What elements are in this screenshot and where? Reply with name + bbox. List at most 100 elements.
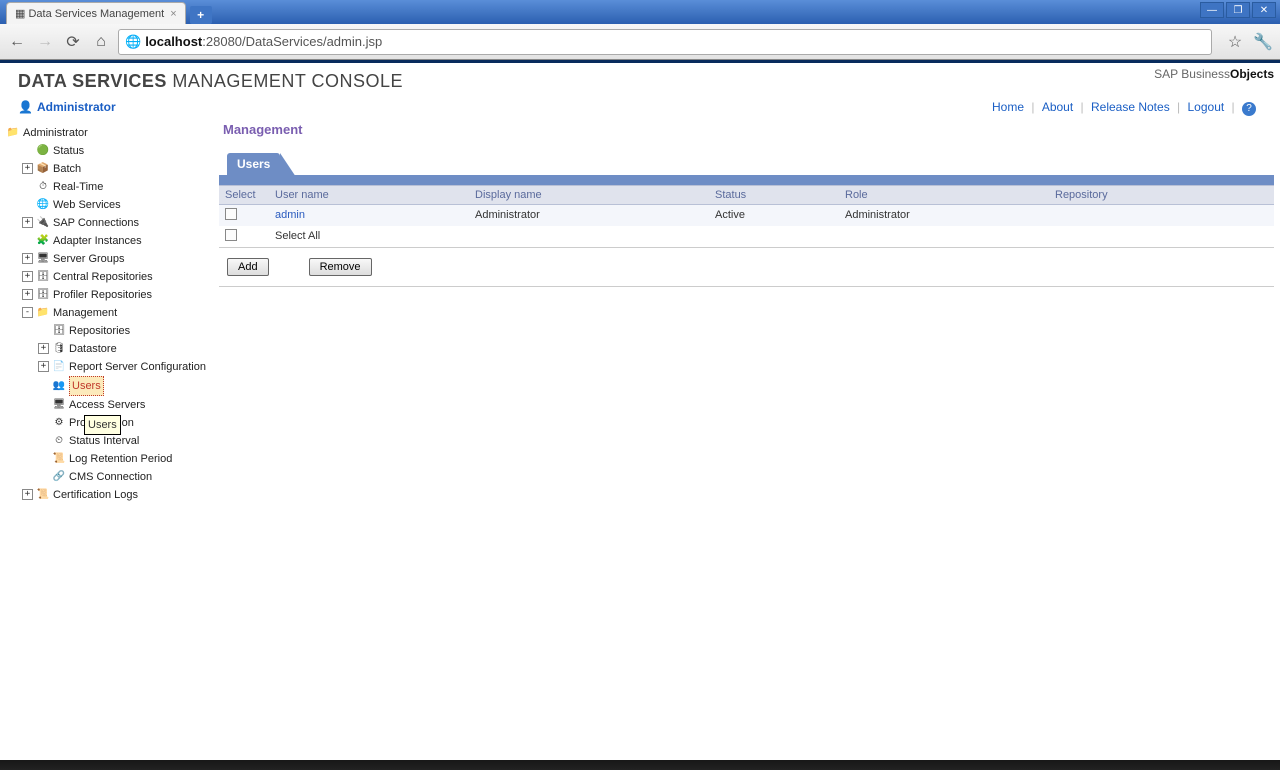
forward-button[interactable]: → [34,31,56,53]
log-icon: 📜 [52,452,66,466]
maximize-button[interactable]: ❐ [1226,2,1250,18]
link-release-notes[interactable]: Release Notes [1091,100,1170,114]
header-links: Home | About | Release Notes | Logout | … [988,100,1270,116]
expander-icon[interactable]: + [22,253,33,264]
collapser-icon[interactable]: - [22,307,33,318]
repo-icon: 🗄 [36,270,50,284]
expander-icon[interactable]: + [22,163,33,174]
admin-icon: 👤 [18,100,33,114]
sap-logo: SAP BusinessObjects [1154,67,1274,81]
interval-icon: ⏲ [52,434,66,448]
batch-icon: 📦 [36,162,50,176]
browser-tab[interactable]: ▦ Data Services Management × [6,2,186,24]
home-button[interactable]: ⌂ [90,31,112,53]
window-controls: — ❐ ✕ [1200,2,1276,18]
cell-repository [1049,204,1274,226]
app-title-strong: DATA SERVICES [18,71,167,91]
mgmt-icon: 📁 [36,306,50,320]
brand-suffix: Objects [1230,67,1274,81]
row-checkbox[interactable] [225,208,237,220]
browser-toolbar: ← → ⟳ ⌂ 🌐 localhost:28080/DataServices/a… [0,24,1280,60]
cert-icon: 📜 [36,488,50,502]
minimize-button[interactable]: — [1200,2,1224,18]
tree-adapter[interactable]: 🧩Adapter Instances [22,232,206,250]
tree-datastore[interactable]: +🛢Datastore [38,340,206,358]
tooltip-text: Users [88,419,117,431]
tree-centralrepo[interactable]: +🗄Central Repositories [22,268,206,286]
col-role: Role [839,185,1049,204]
tree-certlogs[interactable]: +📜Certification Logs [22,486,206,504]
link-home[interactable]: Home [992,100,1024,114]
globe-icon: 🌐 [125,34,141,50]
repo-icon: 🗄 [52,324,66,338]
tab-row: Users [219,151,1274,175]
tree-reportserver[interactable]: +📄Report Server Configuration [38,358,206,376]
back-button[interactable]: ← [6,31,28,53]
add-button[interactable]: Add [227,258,269,276]
nav-tree: 📁Administrator 🟢Status +📦Batch ⏱Real-Tim… [6,124,213,504]
url-host: localhost [145,34,202,49]
col-displayname: Display name [469,185,709,204]
url-bar[interactable]: 🌐 localhost:28080/DataServices/admin.jsp [118,29,1212,55]
tree-accessservers[interactable]: 🖥Access Servers [38,396,206,414]
bookmark-button[interactable]: ☆ [1224,31,1246,53]
access-icon: 🖥 [52,398,66,412]
tree-repositories[interactable]: 🗄Repositories [38,322,206,340]
reload-button[interactable]: ⟳ [62,31,84,53]
wrench-button[interactable]: 🔧 [1252,31,1274,53]
bottom-bar [0,760,1280,770]
link-logout[interactable]: Logout [1188,100,1225,114]
expander-icon[interactable]: + [38,361,49,372]
cell-status: Active [709,204,839,226]
tree-users[interactable]: 👥Users [38,376,206,396]
tree-management[interactable]: -📁Management [22,304,206,322]
tab-users[interactable]: Users [227,153,280,175]
tree-profilerconfig[interactable]: ⚙Profilguration Users [38,414,206,432]
adapter-icon: 🧩 [36,234,50,248]
tree-statusinterval[interactable]: ⏲Status Interval [38,432,206,450]
selectall-checkbox[interactable] [225,229,237,241]
users-icon: 👥 [52,379,66,393]
expander-icon[interactable]: + [22,289,33,300]
report-icon: 📄 [52,360,66,374]
tree-cmsconnection[interactable]: 🔗CMS Connection [38,468,206,486]
close-window-button[interactable]: ✕ [1252,2,1276,18]
app-title: DATA SERVICES MANAGEMENT CONSOLE [18,71,1270,92]
col-select: Select [219,185,269,204]
expander-icon[interactable]: + [22,217,33,228]
expander-icon[interactable]: + [38,343,49,354]
expander-icon[interactable]: + [22,489,33,500]
link-about[interactable]: About [1042,100,1073,114]
status-icon: 🟢 [36,144,50,158]
table-header-row: Select User name Display name Status Rol… [219,185,1274,204]
app-title-rest: MANAGEMENT CONSOLE [167,71,403,91]
tree-sapconn[interactable]: +🔌SAP Connections [22,214,206,232]
folder-icon: 📁 [6,126,20,140]
tree-servergroups[interactable]: +🖥Server Groups [22,250,206,268]
admin-label: Administrator [37,100,116,114]
users-table: Select User name Display name Status Rol… [219,185,1274,247]
tree-logretention[interactable]: 📜Log Retention Period [38,450,206,468]
tooltip: Users [84,415,121,435]
tree-status[interactable]: 🟢Status [22,142,206,160]
sap-icon: 🔌 [36,216,50,230]
button-row: Add Remove [219,248,1274,286]
col-repository: Repository [1049,185,1274,204]
tree-webservices[interactable]: 🌐Web Services [22,196,206,214]
tree-profilerrepo[interactable]: +🗄Profiler Repositories [22,286,206,304]
tree-batch[interactable]: +📦Batch [22,160,206,178]
remove-button[interactable]: Remove [309,258,372,276]
col-username: User name [269,185,469,204]
profiler-icon: 🗄 [36,288,50,302]
username-link[interactable]: admin [275,209,305,221]
tab-close-icon[interactable]: × [170,8,176,20]
url-path: /DataServices/admin.jsp [242,34,382,49]
tab-bar [219,175,1274,185]
expander-icon[interactable]: + [22,271,33,282]
tree-root[interactable]: 📁Administrator [6,124,213,142]
config-icon: ⚙ [52,416,66,430]
tree-realtime[interactable]: ⏱Real-Time [22,178,206,196]
col-status: Status [709,185,839,204]
new-tab-button[interactable]: + [190,6,212,24]
help-icon[interactable]: ? [1242,102,1256,116]
